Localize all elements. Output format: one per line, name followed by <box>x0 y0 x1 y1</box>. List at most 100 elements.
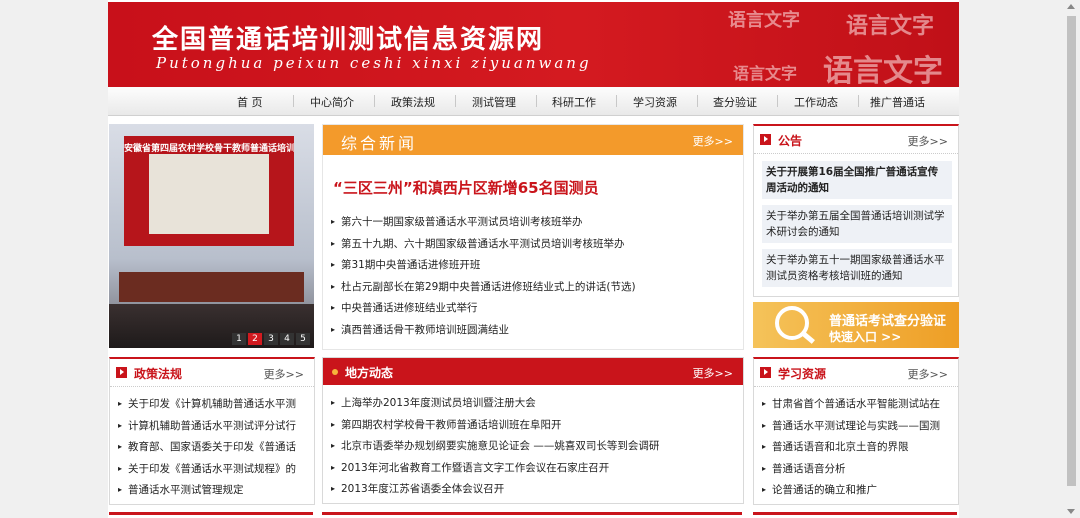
learning-item-text: 普通话水平测试理论与实践——国测 <box>772 419 940 432</box>
next-panel-top <box>753 512 957 515</box>
dot-icon <box>332 369 338 375</box>
score-check-quick-entry[interactable]: 普通话考试查分验证 快速入口 >> <box>753 302 959 348</box>
list-item[interactable]: ▸ 普通话语音和北京土音的界限 <box>762 436 958 458</box>
list-item[interactable]: ▸ 第六十一期国家级普通话水平测试员培训考核班举办 <box>331 211 743 233</box>
bullet-icon: ▸ <box>118 399 123 408</box>
news-panel: 综合新闻 更多>> “三区三州”和滇西片区新增65名国测员 ▸ 第六十一期国家级普… <box>322 124 744 350</box>
scrollbar-thumb[interactable] <box>1067 16 1076 486</box>
vertical-scrollbar[interactable] <box>1063 0 1080 518</box>
bullet-icon: ▸ <box>118 442 123 451</box>
policy-panel: 政策法规 更多>> ▸ 关于印发《计算机辅助普通话水平测 ▸ 计算机辅助普通话水平测… <box>109 357 315 505</box>
photo-slideshow[interactable]: 安徽省第四届农村学校骨干教师普通话培训班 12345 <box>109 124 314 348</box>
slide-page-button[interactable]: 5 <box>296 333 310 345</box>
nav-promote[interactable]: 推广普通话 <box>870 94 925 110</box>
slide-page-button[interactable]: 3 <box>264 333 278 345</box>
list-item[interactable]: ▸ 关于印发《计算机辅助普通话水平测 <box>118 393 314 415</box>
bullet-icon: ▸ <box>331 217 336 226</box>
next-panel-top <box>109 512 313 515</box>
notice-item[interactable]: 关于举办第五届全国普通话培训测试学术研讨会的通知 <box>762 205 952 243</box>
page: 语言文字 语言文字 语言文字 语言文字 全国普通话培训测试信息资源网 Puton… <box>108 0 959 518</box>
list-item[interactable]: ▸ 2013年河北省教育工作暨语言文字工作会议在石家庄召开 <box>331 457 743 479</box>
list-item[interactable]: ▸ 普通话水平测试理论与实践——国测 <box>762 415 958 437</box>
policy-more-link[interactable]: 更多>> <box>264 366 304 382</box>
news-more-link[interactable]: 更多>> <box>693 133 733 149</box>
bullet-icon: ▸ <box>762 442 767 451</box>
list-item[interactable]: ▸ 2013年度江苏省语委全体会议召开 <box>331 478 743 500</box>
list-item[interactable]: ▸ 计算机辅助普通话水平测试评分试行 <box>118 415 314 437</box>
list-item[interactable]: ▸ 普通话水平测试管理规定 <box>118 479 314 501</box>
learning-title: 学习资源 <box>778 367 827 381</box>
local-news-list: ▸ 上海举办2013年度测试员培训暨注册大会 ▸ 第四期农村学校骨干教师普通话培训班… <box>331 392 743 500</box>
bullet-icon: ▸ <box>118 463 123 473</box>
banner-calligraphy: 语言文字 <box>846 13 935 39</box>
nav-about[interactable]: 中心简介 <box>310 94 354 110</box>
list-item[interactable]: ▸ 甘肃省首个普通话水平智能测试站在 <box>762 393 958 415</box>
list-item[interactable]: ▸ 中央普通话进修班结业式举行 <box>331 297 743 319</box>
stage-table <box>119 272 304 302</box>
bullet-icon: ▸ <box>762 463 767 473</box>
learning-item-text: 普通话语音和北京土音的界限 <box>772 441 909 453</box>
main-nav: 首 页 中心简介 政策法规 测试管理 科研工作 学习资源 查分验证 工作动态 推… <box>108 87 959 116</box>
news-item-text: 滇西普通话骨干教师培训班圆满结业 <box>341 323 509 336</box>
nav-research[interactable]: 科研工作 <box>552 94 596 110</box>
slide-page-button[interactable]: 2 <box>248 333 262 345</box>
magnifier-handle <box>801 331 815 344</box>
list-item[interactable]: ▸ 滇西普通话骨干教师培训班圆满结业 <box>331 319 743 341</box>
arrow-icon <box>760 134 771 145</box>
list-item[interactable]: ▸ 北京市语委举办规划纲要实施意见论证会 ——姚喜双司长等到会调研 <box>331 435 743 457</box>
list-item[interactable]: ▸ 第四期农村学校骨干教师普通话培训班在阜阳开 <box>331 414 743 436</box>
nav-divider <box>697 95 698 107</box>
list-item[interactable]: ▸ 论普通话的确立和推广 <box>762 479 958 501</box>
nav-divider <box>616 95 617 107</box>
policy-item-text: 计算机辅助普通话水平测试评分试行 <box>128 419 296 432</box>
learning-more-link[interactable]: 更多>> <box>908 366 948 382</box>
news-headline[interactable]: “三区三州”和滇西片区新增65名国测员 <box>333 177 599 198</box>
arrow-icon <box>760 367 771 378</box>
list-item[interactable]: ▸ 杜占元副部长在第29期中央普通话进修班结业式上的讲话(节选) <box>331 276 743 298</box>
policy-item-text: 关于印发《普通话水平测试规程》的 <box>128 462 296 475</box>
policy-list: ▸ 关于印发《计算机辅助普通话水平测 ▸ 计算机辅助普通话水平测试评分试行 ▸ 教育部… <box>118 393 314 501</box>
notice-header: 公告 更多>> <box>754 126 958 154</box>
policy-item-text: 教育部、国家语委关于印发《普通话 <box>128 441 296 453</box>
list-item[interactable]: ▸ 普通话语音分析 <box>762 458 958 480</box>
list-item[interactable]: ▸ 第五十九期、六十期国家级普通话水平测试员培训考核班举办 <box>331 233 743 255</box>
local-news-item-text: 第四期农村学校骨干教师普通话培训班在阜阳开 <box>341 418 562 431</box>
news-item-text: 杜占元副部长在第29期中央普通话进修班结业式上的讲话(节选) <box>341 280 636 293</box>
list-item[interactable]: ▸ 关于印发《普通话水平测试规程》的 <box>118 458 314 480</box>
notice-more-link[interactable]: 更多>> <box>908 133 948 149</box>
scroll-up-icon[interactable] <box>1067 4 1075 9</box>
learning-panel: 学习资源 更多>> ▸ 甘肃省首个普通话水平智能测试站在 ▸ 普通话水平测试理论与实… <box>753 357 959 505</box>
scroll-down-icon[interactable] <box>1067 509 1075 514</box>
nav-score-check[interactable]: 查分验证 <box>713 94 757 110</box>
slide-banner-text: 安徽省第四届农村学校骨干教师普通话培训班 <box>124 144 294 154</box>
banner-calligraphy: 语言文字 <box>728 10 800 31</box>
list-item[interactable]: ▸ 教育部、国家语委关于印发《普通话 <box>118 436 314 458</box>
list-item[interactable]: ▸ 第31期中央普通话进修班开班 <box>331 254 743 276</box>
learning-item-text: 普通话语音分析 <box>772 462 846 475</box>
notice-item[interactable]: 关于开展第16届全国推广普通话宣传周活动的通知 <box>762 161 952 199</box>
learning-header: 学习资源 更多>> <box>754 359 958 387</box>
nav-work-news[interactable]: 工作动态 <box>794 94 838 110</box>
nav-divider <box>293 95 294 107</box>
policy-item-text: 普通话水平测试管理规定 <box>128 484 244 496</box>
nav-policy[interactable]: 政策法规 <box>391 94 435 110</box>
notice-item[interactable]: 关于举办第五十一期国家级普通话水平测试员资格考核培训班的通知 <box>762 249 952 287</box>
banner-calligraphy: 语言文字 <box>823 54 943 87</box>
local-news-more-link[interactable]: 更多>> <box>693 365 733 381</box>
news-item-text: 中央普通话进修班结业式举行 <box>341 302 478 314</box>
stage-screen <box>149 154 269 234</box>
policy-header: 政策法规 更多>> <box>110 359 314 387</box>
nav-test-management[interactable]: 测试管理 <box>472 94 516 110</box>
local-news-panel: 地方动态 更多>> ▸ 上海举办2013年度测试员培训暨注册大会 ▸ 第四期农村学校… <box>322 357 744 504</box>
nav-learning[interactable]: 学习资源 <box>633 94 677 110</box>
bullet-icon: ▸ <box>331 462 336 472</box>
bullet-icon: ▸ <box>331 419 336 429</box>
list-item[interactable]: ▸ 上海举办2013年度测试员培训暨注册大会 <box>331 392 743 414</box>
slide-photo: 安徽省第四届农村学校骨干教师普通话培训班 <box>109 124 314 348</box>
bullet-icon: ▸ <box>331 281 336 291</box>
site-banner[interactable]: 语言文字 语言文字 语言文字 语言文字 全国普通话培训测试信息资源网 Puton… <box>108 2 959 87</box>
slide-page-button[interactable]: 4 <box>280 333 294 345</box>
nav-home[interactable]: 首 页 <box>237 94 263 110</box>
slide-page-button[interactable]: 1 <box>232 333 246 345</box>
bullet-icon: ▸ <box>331 260 336 269</box>
